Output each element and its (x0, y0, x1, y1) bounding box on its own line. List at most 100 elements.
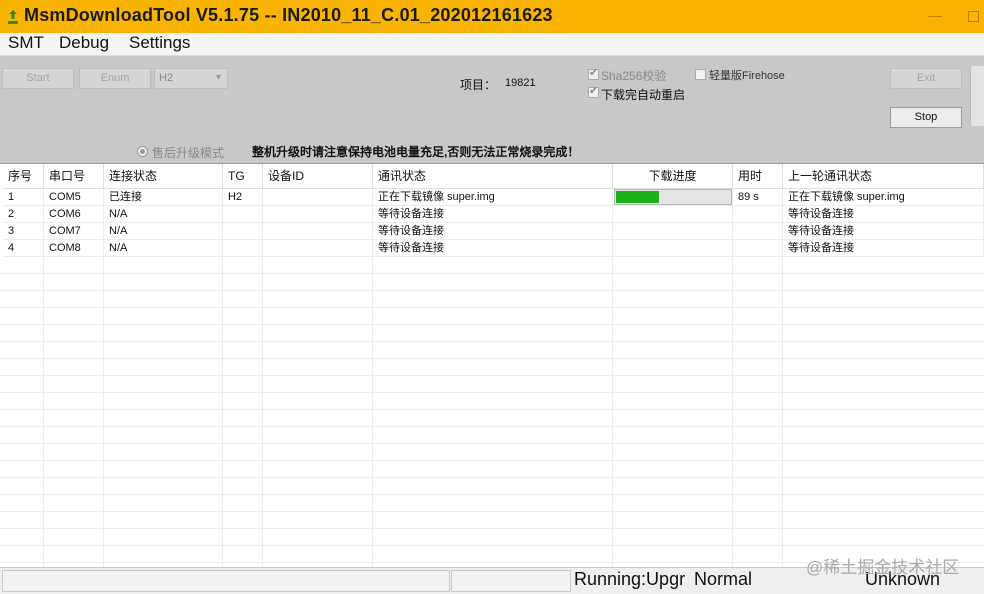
grid-line (0, 341, 984, 342)
side-panel-edge (970, 66, 984, 126)
grid-line (0, 375, 984, 376)
grid-line (0, 494, 984, 495)
grid-line (0, 545, 984, 546)
table-cell-tg (223, 240, 263, 257)
progress-fill (616, 191, 659, 203)
maximize-icon[interactable] (968, 11, 979, 22)
col-header-port[interactable]: 串口号 (44, 164, 104, 189)
table-cell-port: COM7 (44, 223, 104, 240)
reboot-checkbox[interactable]: ✔ (588, 85, 599, 98)
menu-debug[interactable]: Debug (59, 33, 109, 53)
status-segment-1 (2, 570, 450, 592)
table-cell-port: COM6 (44, 206, 104, 223)
col-header-tg[interactable]: TG (223, 164, 263, 189)
app-window: MsmDownloadTool V5.1.75 -- IN2010_11_C.0… (0, 0, 984, 594)
check-icon: ✔ (589, 67, 599, 79)
table-cell-progress (613, 240, 733, 257)
table-cell-port: COM5 (44, 189, 104, 206)
col-header-last[interactable]: 上一轮通讯状态 (783, 164, 984, 189)
menu-settings[interactable]: Settings (129, 33, 190, 53)
table-cell-progress (613, 223, 733, 240)
col-header-no[interactable]: 序号 (3, 164, 44, 189)
table-cell-port: COM8 (44, 240, 104, 257)
col-header-progress[interactable]: 下载进度 (613, 164, 733, 189)
table-cell-device-id (263, 206, 373, 223)
exit-button[interactable]: Exit (890, 68, 962, 89)
table-cell-device-id (263, 223, 373, 240)
menu-smt[interactable]: SMT (8, 33, 44, 53)
reboot-label: 下载完自动重启 (601, 88, 686, 102)
table-cell-conn: 已连接 (104, 189, 223, 206)
row-1-progress-bar (614, 189, 732, 205)
col-header-time[interactable]: 用时 (733, 164, 783, 189)
table-cell-tg (223, 206, 263, 223)
status-segment-2 (451, 570, 571, 592)
grid-line (0, 324, 984, 325)
table-cell-no: 4 (3, 240, 44, 257)
lite-firehose-checkbox[interactable] (695, 69, 706, 80)
after-sales-label: 售后升级模式 (152, 146, 225, 160)
col-header-conn[interactable]: 连接状态 (104, 164, 223, 189)
grid-line (0, 511, 984, 512)
table-cell-time (733, 223, 783, 240)
table-cell-no: 2 (3, 206, 44, 223)
table-cell-last: 等待设备连接 (783, 223, 984, 240)
stop-button[interactable]: Stop (890, 107, 962, 128)
grid-line (0, 528, 984, 529)
table-cell-last: 等待设备连接 (783, 240, 984, 257)
grid-line (0, 358, 984, 359)
grid-line (0, 443, 984, 444)
lite-firehose-label: 轻量版Firehose (709, 70, 785, 82)
table-cell-tg: H2 (223, 189, 263, 206)
grid-line (0, 477, 984, 478)
chevron-down-icon: ▾ (215, 72, 221, 83)
table-cell-device-id (263, 189, 373, 206)
grid-line (0, 460, 984, 461)
start-button[interactable]: Start (2, 68, 74, 89)
table-cell-conn: N/A (104, 240, 223, 257)
grid-line (0, 290, 984, 291)
table-cell-comm: 等待设备连接 (373, 240, 613, 257)
after-sales-radio[interactable] (137, 146, 148, 157)
table-cell-last: 等待设备连接 (783, 206, 984, 223)
sha256-label: Sha256校验 (601, 69, 667, 83)
table-cell-comm: 等待设备连接 (373, 206, 613, 223)
table-cell-conn: N/A (104, 223, 223, 240)
watermark: @稀土掘金技术社区 (806, 558, 960, 577)
project-value: 19821 (505, 77, 536, 89)
table-cell-no: 3 (3, 223, 44, 240)
target-select-value: H2 (159, 72, 174, 84)
table-cell-tg (223, 223, 263, 240)
grid-line (0, 273, 984, 274)
app-icon (8, 10, 18, 24)
grid-line (0, 392, 984, 393)
table-cell-no: 1 (3, 189, 44, 206)
table-cell-device-id (263, 240, 373, 257)
project-label: 项目： (460, 78, 497, 92)
grid-line (0, 409, 984, 410)
window-title: MsmDownloadTool V5.1.75 -- IN2010_11_C.0… (24, 5, 553, 25)
table-cell-time (733, 206, 783, 223)
table-cell-conn: N/A (104, 206, 223, 223)
sha256-checkbox[interactable]: ✔ (588, 67, 599, 80)
table-cell-time (733, 240, 783, 257)
table-cell-last: 正在下载镜像 super.img (783, 189, 984, 206)
grid-line (0, 307, 984, 308)
control-panel: Start Enum H2 ▾ 项目： 19821 ✔ Sha256校验 ✔ 下… (0, 56, 984, 163)
check-icon: ✔ (589, 85, 599, 97)
enum-button[interactable]: Enum (79, 68, 151, 89)
status-mode: Normal (694, 569, 753, 589)
col-header-device-id[interactable]: 设备ID (263, 164, 373, 189)
battery-notice: 整机升级时请注意保持电池电量充足,否则无法正常烧录完成！ (252, 145, 580, 159)
col-header-comm[interactable]: 通讯状态 (373, 164, 613, 189)
table-cell-progress (613, 206, 733, 223)
radio-dot-icon (140, 149, 145, 154)
minimize-icon[interactable]: — (928, 7, 942, 23)
target-select[interactable]: H2 ▾ (154, 68, 228, 89)
grid-line (0, 426, 984, 427)
title-bar[interactable]: MsmDownloadTool V5.1.75 -- IN2010_11_C.0… (0, 0, 984, 33)
status-running: Running:Upgr (574, 569, 686, 589)
menu-bar: SMT Debug Settings (0, 33, 984, 56)
table-cell-comm: 等待设备连接 (373, 223, 613, 240)
table-cell-time: 89 s (733, 189, 783, 206)
